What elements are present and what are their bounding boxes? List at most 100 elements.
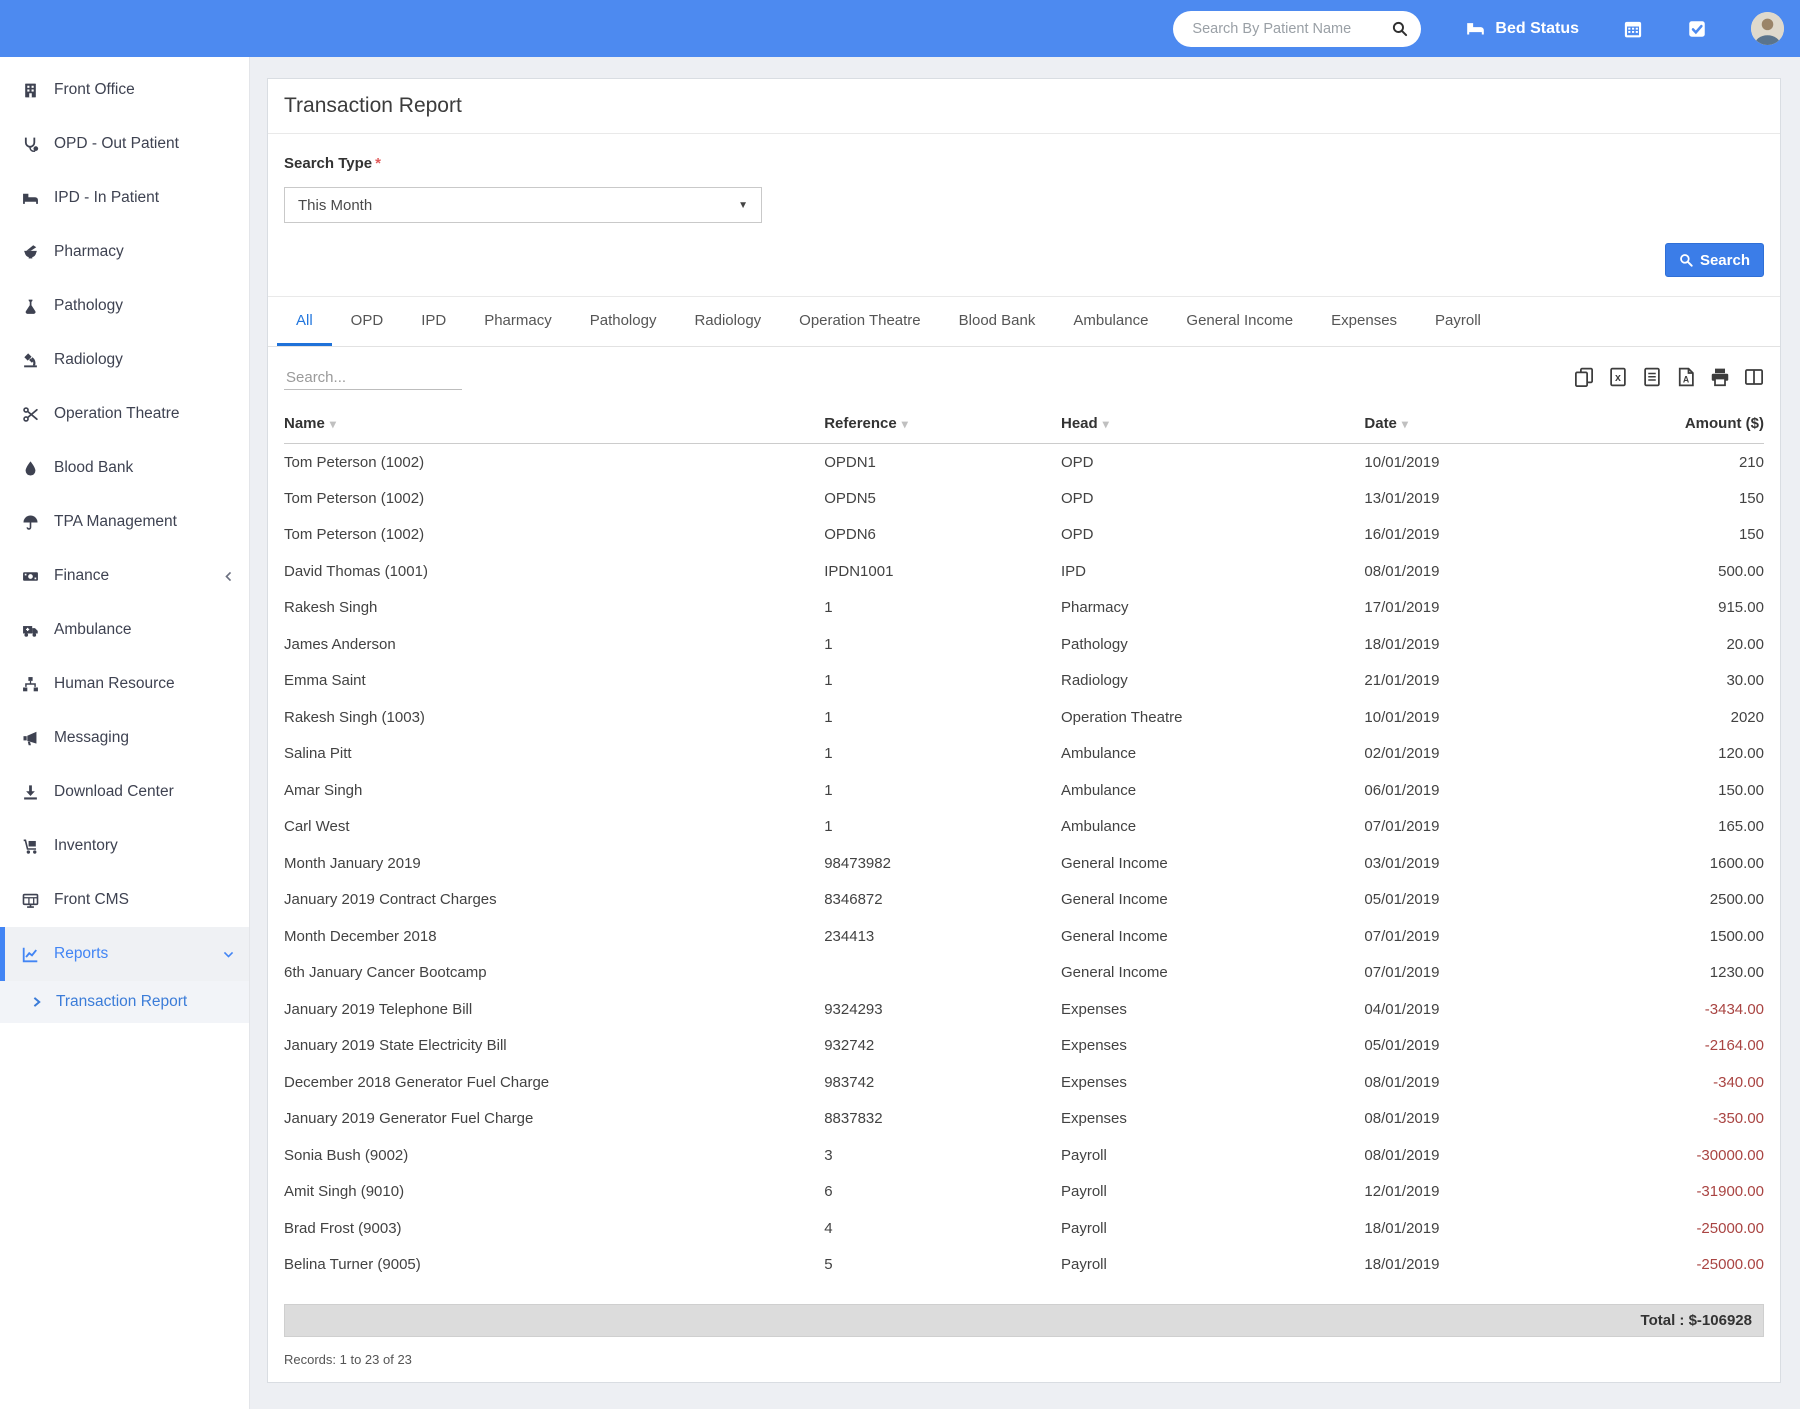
bed-status-label: Bed Status	[1495, 19, 1579, 37]
column-header-name[interactable]: Name ▾	[284, 409, 825, 444]
table-row[interactable]: December 2018 Generator Fuel Charge 98374…	[284, 1064, 1764, 1101]
tab-pharmacy[interactable]: Pharmacy	[465, 297, 571, 346]
table-row[interactable]: Amar Singh 1 Ambulance 06/01/2019 150.00	[284, 772, 1764, 809]
table-row[interactable]: January 2019 State Electricity Bill 93274…	[284, 1028, 1764, 1065]
droplet-icon	[22, 460, 39, 477]
sidebar-item-label: Human Resource	[54, 675, 175, 692]
sidebar-item-reports[interactable]: Reports	[0, 927, 249, 981]
table-row[interactable]: Carl West 1 Ambulance 07/01/2019 165.00	[284, 809, 1764, 846]
cell-name: Tom Peterson (1002)	[284, 489, 425, 507]
table-row[interactable]: Month December 2018 234413 General Income 0…	[284, 918, 1764, 955]
cell-reference: 98473982	[824, 854, 891, 872]
sidebar-item-finance[interactable]: Finance	[0, 549, 249, 603]
columns-icon[interactable]	[1744, 367, 1764, 387]
trolley-icon	[22, 838, 39, 855]
table-row[interactable]: David Thomas (1001) IPDN1001 IPD 08/01/2019…	[284, 553, 1764, 590]
sidebar-item-label: Reports	[54, 945, 109, 962]
cell-reference: 8837832	[824, 1110, 883, 1128]
table-row[interactable]: Month January 2019 98473982 General Income…	[284, 845, 1764, 882]
cell-head: General Income	[1061, 854, 1168, 872]
table-row[interactable]: January 2019 Generator Fuel Charge 883783…	[284, 1101, 1764, 1138]
mortar-icon	[22, 244, 39, 261]
tab-ambulance[interactable]: Ambulance	[1054, 297, 1167, 346]
table-row[interactable]: Rakesh Singh 1 Pharmacy 17/01/2019 915.00	[284, 590, 1764, 627]
column-header-date[interactable]: Date ▾	[1364, 409, 1572, 444]
sidebar-item-ambulance[interactable]: Ambulance	[0, 603, 249, 657]
tasks-icon[interactable]	[1687, 19, 1707, 39]
cell-amount: -350.00	[1713, 1110, 1764, 1128]
sidebar-item-front-office[interactable]: Front Office	[0, 63, 249, 117]
table-row[interactable]: January 2019 Telephone Bill 9324293 Expens…	[284, 991, 1764, 1028]
table-row[interactable]: Tom Peterson (1002) OPDN1 OPD 10/01/2019 210	[284, 444, 1764, 481]
tab-all[interactable]: All	[277, 297, 332, 346]
text-file-icon[interactable]	[1642, 367, 1662, 387]
avatar[interactable]	[1751, 12, 1784, 45]
flask-icon	[22, 298, 39, 315]
pdf-file-icon[interactable]: A	[1676, 367, 1696, 387]
cell-name: Tom Peterson (1002)	[284, 453, 425, 471]
cell-amount: 2500.00	[1709, 891, 1764, 909]
cell-amount: -25000.00	[1696, 1256, 1764, 1274]
table-row[interactable]: Belina Turner (9005) 5 Payroll 18/01/2019 -2…	[284, 1247, 1764, 1284]
table-row[interactable]: Emma Saint 1 Radiology 21/01/2019 30.00	[284, 663, 1764, 700]
cell-name: James Anderson	[284, 635, 396, 653]
copy-icon[interactable]	[1574, 367, 1594, 387]
sort-caret-icon: ▾	[1401, 417, 1408, 431]
cell-amount: -25000.00	[1696, 1219, 1764, 1237]
required-marker: *	[375, 155, 381, 172]
tab-blood-bank[interactable]: Blood Bank	[940, 297, 1055, 346]
print-icon[interactable]	[1710, 367, 1730, 387]
cell-amount: 1600.00	[1709, 854, 1764, 872]
tab-radiology[interactable]: Radiology	[675, 297, 780, 346]
table-row[interactable]: Rakesh Singh (1003) 1 Operation Theatre 10/…	[284, 699, 1764, 736]
sidebar-item-human-resource[interactable]: Human Resource	[0, 657, 249, 711]
tab-general-income[interactable]: General Income	[1167, 297, 1312, 346]
bed-status-button[interactable]: Bed Status	[1465, 19, 1579, 38]
sidebar-item-inventory[interactable]: Inventory	[0, 819, 249, 873]
cell-date: 10/01/2019	[1364, 453, 1440, 471]
tab-expenses[interactable]: Expenses	[1312, 297, 1416, 346]
cell-head: Ambulance	[1061, 818, 1137, 836]
search-icon[interactable]	[1391, 20, 1408, 37]
sidebar-item-ipd-in-patient[interactable]: IPD - In Patient	[0, 171, 249, 225]
table-row[interactable]: January 2019 Contract Charges 8346872 Gene…	[284, 882, 1764, 919]
sidebar-item-opd-out-patient[interactable]: OPD - Out Patient	[0, 117, 249, 171]
table-row[interactable]: Amit Singh (9010) 6 Payroll 12/01/2019 -3190…	[284, 1174, 1764, 1211]
sidebar-subitem-transaction-report[interactable]: Transaction Report	[0, 981, 249, 1023]
sidebar-item-messaging[interactable]: Messaging	[0, 711, 249, 765]
sidebar-item-tpa-management[interactable]: TPA Management	[0, 495, 249, 549]
sidebar-item-label: Operation Theatre	[54, 405, 180, 422]
calendar-icon[interactable]	[1623, 19, 1643, 39]
table-row[interactable]: Tom Peterson (1002) OPDN6 OPD 16/01/2019 150	[284, 517, 1764, 554]
tab-operation-theatre[interactable]: Operation Theatre	[780, 297, 939, 346]
column-header-head[interactable]: Head ▾	[1061, 409, 1365, 444]
sidebar-item-download-center[interactable]: Download Center	[0, 765, 249, 819]
svg-text:x: x	[1615, 372, 1621, 384]
tab-pathology[interactable]: Pathology	[571, 297, 676, 346]
tab-opd[interactable]: OPD	[332, 297, 403, 346]
sidebar-item-pathology[interactable]: Pathology	[0, 279, 249, 333]
sidebar-item-radiology[interactable]: Radiology	[0, 333, 249, 387]
table-row[interactable]: James Anderson 1 Pathology 18/01/2019 20.00	[284, 626, 1764, 663]
table-row[interactable]: 6th January Cancer Bootcamp General Incom…	[284, 955, 1764, 992]
search-button[interactable]: Search	[1664, 243, 1764, 277]
sidebar-item-operation-theatre[interactable]: Operation Theatre	[0, 387, 249, 441]
sidebar-item-label: Messaging	[54, 729, 129, 746]
table-row[interactable]: Brad Frost (9003) 4 Payroll 18/01/2019 -2500…	[284, 1210, 1764, 1247]
table-search-input[interactable]	[284, 366, 462, 390]
cell-reference: 932742	[824, 1037, 875, 1055]
column-header-reference[interactable]: Reference ▾	[824, 409, 1061, 444]
table-row[interactable]: Tom Peterson (1002) OPDN5 OPD 13/01/2019 150	[284, 480, 1764, 517]
tab-ipd[interactable]: IPD	[402, 297, 465, 346]
cell-amount: -30000.00	[1696, 1146, 1764, 1164]
cell-reference: 9324293	[824, 1000, 883, 1018]
tab-payroll[interactable]: Payroll	[1416, 297, 1500, 346]
excel-file-icon[interactable]: x	[1608, 367, 1628, 387]
table-row[interactable]: Sonia Bush (9002) 3 Payroll 08/01/2019 -3000…	[284, 1137, 1764, 1174]
sidebar-item-blood-bank[interactable]: Blood Bank	[0, 441, 249, 495]
sidebar-item-front-cms[interactable]: Front CMS	[0, 873, 249, 927]
patient-search-input[interactable]	[1190, 19, 1392, 38]
sidebar-item-pharmacy[interactable]: Pharmacy	[0, 225, 249, 279]
table-row[interactable]: Salina Pitt 1 Ambulance 02/01/2019 120.00	[284, 736, 1764, 773]
search-type-select[interactable]: This Month ▼	[284, 187, 762, 223]
